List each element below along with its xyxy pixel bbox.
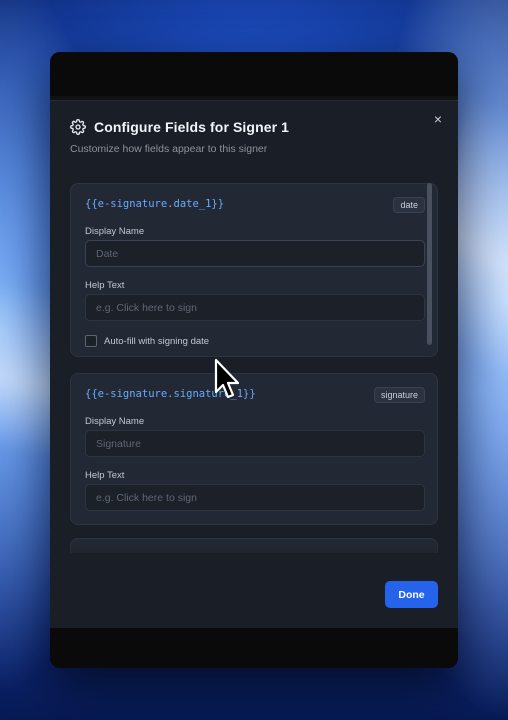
auto-fill-label: Auto-fill with signing date (104, 335, 210, 347)
footer-fade (50, 541, 458, 571)
field-card-signature: {{e-signature.signature_1}} signature Di… (70, 373, 438, 525)
field-card-date: {{e-signature.date_1}} date Display Name… (70, 183, 438, 357)
help-text-label: Help Text (85, 280, 125, 291)
auto-fill-checkbox[interactable] (85, 335, 97, 347)
field-type-badge: signature (373, 387, 425, 403)
close-icon[interactable]: × (430, 111, 446, 127)
done-button[interactable]: Done (385, 581, 438, 608)
dialog-header: Configure Fields for Signer 1 Customize … (70, 119, 438, 155)
field-key: {{e-signature.date_1}} (85, 198, 225, 210)
window-bottom-bar (50, 628, 458, 668)
display-name-input[interactable] (85, 240, 425, 267)
scrollbar[interactable] (427, 181, 433, 553)
display-name-label: Display Name (85, 226, 145, 237)
dialog-subtitle: Customize how fields appear to this sign… (70, 143, 268, 155)
fields-scroll-area[interactable]: {{e-signature.date_1}} date Display Name… (70, 181, 438, 553)
help-text-label: Help Text (85, 470, 125, 481)
help-text-input[interactable] (85, 294, 425, 321)
gear-icon (70, 119, 86, 135)
scrollbar-thumb[interactable] (427, 183, 432, 345)
display-name-label: Display Name (85, 416, 145, 427)
help-text-input[interactable] (85, 484, 425, 511)
configure-fields-dialog: Configure Fields for Signer 1 Customize … (50, 100, 458, 628)
mouse-cursor-icon (212, 358, 242, 404)
display-name-input[interactable] (85, 430, 425, 457)
auto-fill-row[interactable]: Auto-fill with signing date (85, 335, 209, 347)
field-type-badge: date (393, 197, 425, 213)
title-row: Configure Fields for Signer 1 (70, 119, 438, 135)
dialog-title: Configure Fields for Signer 1 (94, 119, 290, 135)
window-top-bar (50, 52, 458, 96)
